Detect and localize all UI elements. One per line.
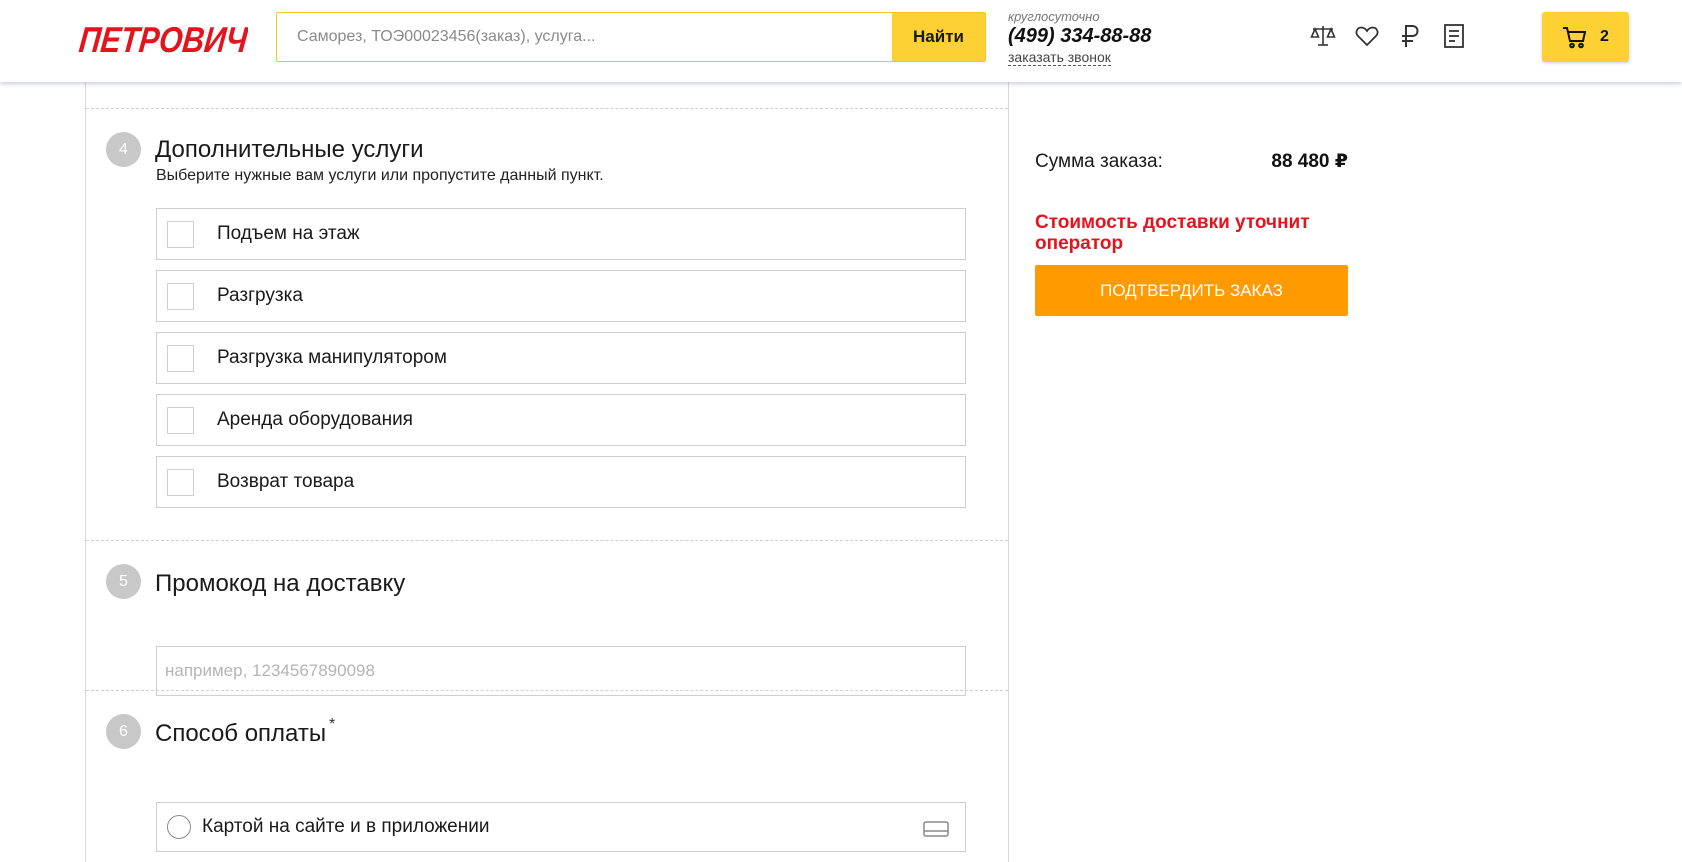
site-header: ПЕТРОВИЧ Найти круглосуточно (499) 334-8… bbox=[0, 0, 1682, 82]
service-checkbox[interactable] bbox=[167, 344, 194, 372]
service-option[interactable]: Подъем на этаж bbox=[156, 208, 966, 260]
service-option[interactable]: Разгрузка манипулятором bbox=[156, 332, 966, 384]
section-title-promo: Промокод на доставку bbox=[155, 570, 406, 597]
cart-icon bbox=[1563, 27, 1587, 49]
order-total-row: Сумма заказа: 88 480 ₽ bbox=[1035, 150, 1348, 173]
cart-button[interactable]: 2 bbox=[1542, 12, 1629, 62]
ruble-icon[interactable] bbox=[1396, 22, 1424, 50]
step-number: 5 bbox=[106, 564, 141, 599]
service-option-label: Аренда оборудования bbox=[217, 409, 413, 430]
search-input[interactable] bbox=[277, 13, 892, 61]
service-option[interactable]: Аренда оборудования bbox=[156, 394, 966, 446]
required-mark: * bbox=[329, 716, 336, 733]
service-option[interactable]: Разгрузка bbox=[156, 270, 966, 322]
service-option[interactable]: Возврат товара bbox=[156, 456, 966, 508]
contacts-block: круглосуточно (499) 334-88-88 заказать з… bbox=[1008, 9, 1151, 67]
step-number: 4 bbox=[106, 132, 141, 167]
service-option-label: Подъем на этаж bbox=[217, 223, 360, 244]
phone-number[interactable]: (499) 334-88-88 bbox=[1008, 25, 1151, 48]
payment-option[interactable]: Картой на сайте и в приложении bbox=[156, 802, 966, 852]
service-checkbox[interactable] bbox=[167, 220, 194, 248]
step-number: 6 bbox=[106, 714, 141, 749]
service-option-label: Возврат товара bbox=[217, 471, 355, 492]
checkout-form: 4 Дополнительные услуги Выберите нужные … bbox=[85, 82, 1009, 862]
section-divider bbox=[86, 540, 1008, 541]
card-icon bbox=[923, 821, 949, 837]
hours-label: круглосуточно bbox=[1008, 9, 1100, 24]
cart-count: 2 bbox=[1600, 28, 1609, 45]
confirm-order-button[interactable]: ПОДТВЕРДИТЬ ЗАКАЗ bbox=[1035, 265, 1348, 316]
delivery-cost-note: Стоимость доставки уточнит оператор bbox=[1035, 212, 1310, 254]
order-total-value: 88 480 ₽ bbox=[1271, 151, 1348, 172]
service-checkbox[interactable] bbox=[167, 406, 194, 434]
callback-link[interactable]: заказать звонок bbox=[1008, 50, 1111, 66]
document-icon[interactable] bbox=[1440, 22, 1468, 50]
section-title-payment: Способ оплаты bbox=[155, 720, 327, 747]
promo-code-input[interactable] bbox=[156, 646, 966, 696]
section-divider bbox=[86, 108, 1008, 109]
service-option-label: Разгрузка bbox=[217, 285, 303, 306]
search-bar: Найти bbox=[276, 12, 986, 62]
service-checkbox[interactable] bbox=[167, 282, 194, 310]
logo-text: ПЕТРОВИЧ bbox=[78, 19, 248, 60]
payment-radio[interactable] bbox=[167, 815, 191, 839]
order-total-label: Сумма заказа: bbox=[1035, 151, 1163, 172]
section-divider bbox=[86, 690, 1008, 691]
scales-icon[interactable] bbox=[1309, 22, 1337, 50]
service-option-label: Разгрузка манипулятором bbox=[217, 347, 447, 368]
petrovich-logo[interactable]: ПЕТРОВИЧ bbox=[78, 14, 248, 62]
heart-icon[interactable] bbox=[1353, 22, 1381, 50]
section-title-services: Дополнительные услуги bbox=[155, 136, 424, 163]
search-button[interactable]: Найти bbox=[892, 13, 985, 61]
section-subtitle-services: Выберите нужные вам услуги или пропустит… bbox=[156, 167, 604, 184]
payment-option-label: Картой на сайте и в приложении bbox=[202, 816, 490, 837]
service-checkbox[interactable] bbox=[167, 468, 194, 496]
order-summary: Сумма заказа: 88 480 ₽ Стоимость доставк… bbox=[1035, 150, 1348, 316]
